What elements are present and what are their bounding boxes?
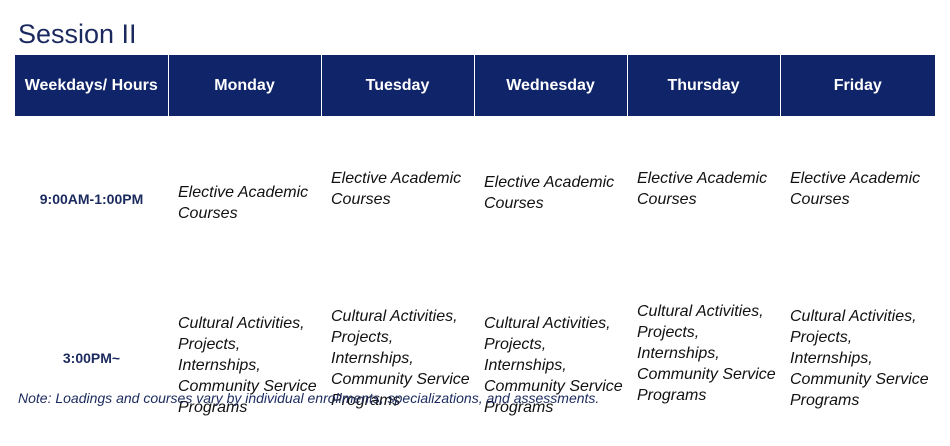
schedule-table: Weekdays/ Hours Monday Tuesday Wednesday… [15,55,935,434]
cell-wednesday-morning: Elective Academic Courses [484,174,615,212]
table-row: 3:00PM~ Cultural Activities, Projects, I… [15,282,935,434]
time-slot-morning: 9:00AM-1:00PM [39,190,144,207]
header-thursday: Thursday [626,55,780,116]
cell-wednesday-afternoon: Cultural Activities, Projects, Internshi… [484,314,623,416]
header-tuesday: Tuesday [320,55,474,116]
cell-monday-afternoon: Cultural Activities, Projects, Internshi… [178,314,317,416]
cell-thursday-afternoon: Cultural Activities, Projects, Internshi… [637,302,776,404]
header-row: Weekdays/ Hours Monday Tuesday Wednesday… [15,55,935,116]
page-title: Session II [18,19,137,49]
header-wednesday: Wednesday [473,55,627,116]
time-slot-afternoon: 3:00PM~ [62,349,121,366]
header-monday: Monday [167,55,321,116]
header-friday: Friday [779,55,935,116]
table-row: 9:00AM-1:00PM Elective Academic Courses … [15,116,935,282]
header-weekdays-hours: Weekdays/ Hours [15,55,168,116]
footnote: Note: Loadings and courses vary by indiv… [18,390,600,406]
cell-friday-afternoon: Cultural Activities, Projects, Internshi… [790,307,929,409]
cell-tuesday-afternoon: Cultural Activities, Projects, Internshi… [331,307,470,409]
cell-friday-morning: Elective Academic Courses [790,170,921,208]
cell-thursday-morning: Elective Academic Courses [637,170,768,208]
cell-tuesday-morning: Elective Academic Courses [331,170,462,208]
cell-monday-morning: Elective Academic Courses [178,184,309,222]
